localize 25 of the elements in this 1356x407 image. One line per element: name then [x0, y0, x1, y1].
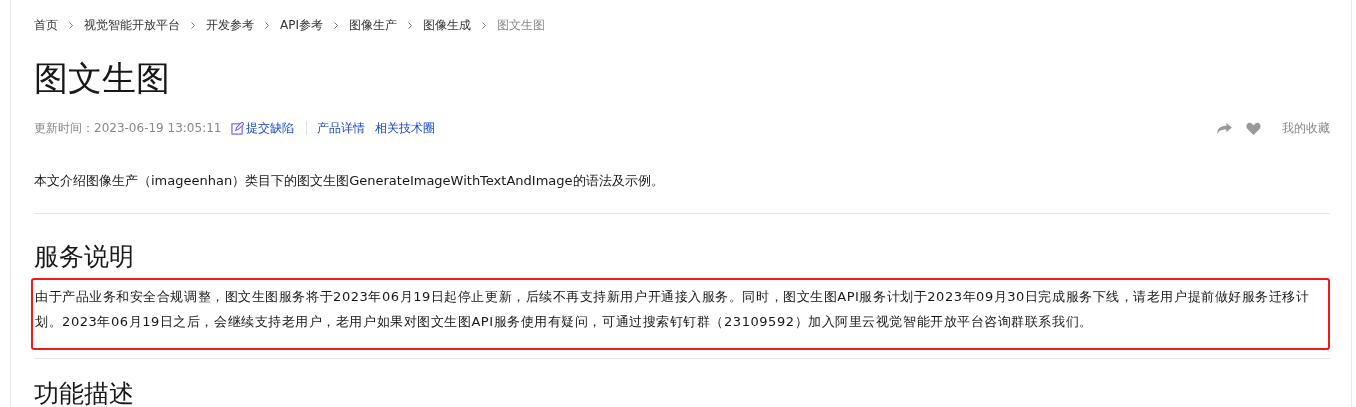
- chevron-icon: [333, 20, 339, 30]
- chevron-icon: [481, 20, 487, 30]
- chevron-icon: [68, 20, 74, 30]
- breadcrumb-link[interactable]: 图像生成: [423, 16, 471, 34]
- chevron-icon: [190, 20, 196, 30]
- intro-text: 本文介绍图像生产（imageenhan）类目下的图文生图GenerateImageWithTextAndImage的语法及示例。: [34, 172, 665, 190]
- link[interactable]: 相关技术圈: [375, 119, 436, 137]
- breadcrumb-link[interactable]: API参考: [280, 16, 323, 34]
- paragraph: 由于产品业务和安全合规调整，图文生图服务将于2023年06月19日起停止更新，后续不再支持新用户开通接入服务。同时，图文生图API服务计划于2023年09月30日完成服务下线，请老用户提前做好服务迁移计划。2023年06月19日之后，会继续支持老用户，老用户如果对图文生图API服务使用有疑问，可通过搜索钉钉群（23109592）加入阿里云视觉智能开放平台咨询群联系我们。: [35, 288, 1311, 331]
- breadcrumb-link[interactable]: 视觉智能开放平台: [84, 16, 180, 34]
- section-heading: 功能描述: [34, 378, 135, 407]
- chevron-icon: [407, 20, 413, 30]
- breadcrumb-link[interactable]: 图像生产: [349, 16, 397, 34]
- chevron-icon: [264, 20, 270, 30]
- share-icon[interactable]: [1216, 121, 1233, 135]
- favorite-link[interactable]: 我的收藏: [1282, 119, 1330, 137]
- breadcrumb-link[interactable]: 首页: [34, 16, 58, 34]
- section-heading: 服务说明: [34, 241, 135, 273]
- breadcrumb-link[interactable]: 开发参考: [206, 16, 254, 34]
- edit-icon: [231, 121, 245, 135]
- heart-icon[interactable]: [1245, 121, 1262, 135]
- page-title: 图文生图: [34, 57, 171, 100]
- link[interactable]: 产品详情: [317, 119, 366, 137]
- update-time: 更新时间：2023-06-19 13:05:11: [34, 119, 222, 137]
- link[interactable]: 提交缺陷: [246, 119, 295, 137]
